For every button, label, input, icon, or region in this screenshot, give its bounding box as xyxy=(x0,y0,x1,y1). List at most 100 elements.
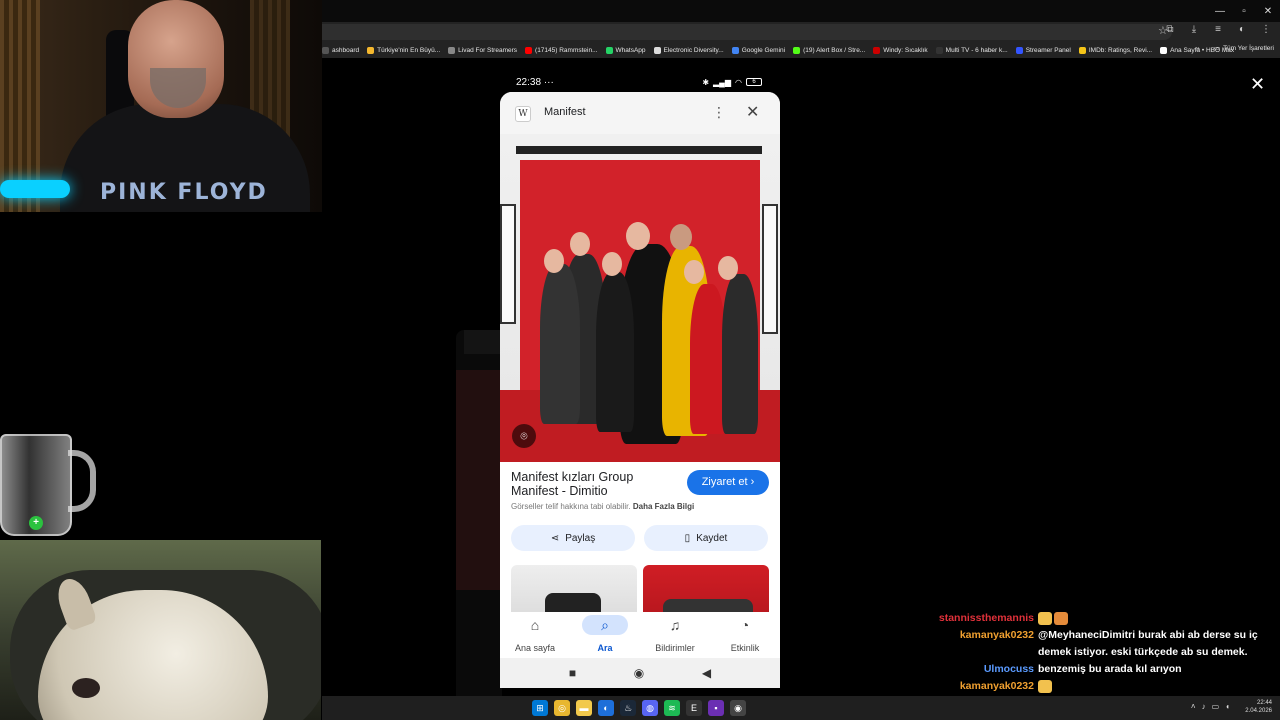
chat-body xyxy=(1038,678,1266,695)
bookmark-favicon-icon xyxy=(322,46,329,54)
chat-body: @MeyhaneciDimitri burak abi ab derse su … xyxy=(1038,627,1266,661)
bookmark-item[interactable]: WhatsApp xyxy=(605,46,646,54)
status-dots: ··· xyxy=(543,76,554,88)
chat-message: Ulmocuss benzemiş bu arada kıl arıyon xyxy=(900,661,1270,678)
obs-icon[interactable]: ◉ xyxy=(730,700,746,716)
clock[interactable]: 22:44 2.04.2026 xyxy=(1245,699,1272,715)
related-image-2[interactable] xyxy=(643,565,769,615)
chat-message: stannissthemannis xyxy=(900,610,1270,627)
maximize-icon[interactable]: ▫ xyxy=(1232,0,1256,22)
volume-icon[interactable]: ◖ xyxy=(1225,702,1230,711)
nav-item-home[interactable]: ⌂ Ana sayfa xyxy=(500,612,570,658)
file-explorer-icon[interactable]: ▬ xyxy=(576,700,592,716)
dog-nose xyxy=(72,678,100,698)
bookmark-item[interactable]: Multi TV - 6 haber k... xyxy=(935,46,1008,54)
bookmark-item[interactable]: Google Gemini xyxy=(731,46,786,54)
monitor-icon[interactable]: ▭ xyxy=(1212,702,1220,711)
start-icon[interactable]: ⊞ xyxy=(532,700,548,716)
share-icon: ⋖ xyxy=(550,532,560,544)
chat-text: @MeyhaneciDimitri burak abi ab derse su … xyxy=(1038,629,1258,658)
bookmark-favicon-icon xyxy=(605,46,613,54)
recents-icon[interactable]: ■ xyxy=(569,666,576,680)
plus-icon: + xyxy=(29,516,43,530)
chat-username[interactable]: kamanyak0232 xyxy=(900,627,1038,661)
mic-icon[interactable]: ♪ xyxy=(1202,702,1206,711)
more-bookmarks-icon[interactable]: » xyxy=(1196,44,1200,53)
related-image-1[interactable] xyxy=(511,565,637,615)
address-row: ☆ ⧉ ⤓ ≡ ◐ ⋮ xyxy=(322,22,1280,42)
bookmarks-bar: ashboard Türkiye'nin En Büyü... Livad For … xyxy=(322,42,1280,58)
spotify-icon[interactable]: ≋ xyxy=(664,700,680,716)
download-icon[interactable]: ⤓ xyxy=(1186,24,1202,35)
bookmark-favicon-icon xyxy=(525,46,533,54)
bookmark-item[interactable]: Electronic Diversity... xyxy=(653,46,724,54)
sheet-title: Manifest xyxy=(544,106,586,118)
bookmark-item[interactable]: Livad For Streamers xyxy=(448,46,518,54)
beer-mug-handle xyxy=(68,450,96,512)
bookmark-item[interactable]: Türkiye'nin En Büyü... xyxy=(367,46,441,54)
epic-icon[interactable]: E xyxy=(686,700,702,716)
app-icon[interactable]: ▪ xyxy=(708,700,724,716)
window-close-icon[interactable]: ✕ xyxy=(1256,0,1280,22)
save-button[interactable]: ▯ Kaydet xyxy=(644,525,768,551)
more-info-link[interactable]: Daha Fazla Bilgi xyxy=(633,502,694,511)
bookmark-label: (19) Alert Box / Stre... xyxy=(803,46,866,54)
bookmark-favicon-icon xyxy=(1078,46,1086,54)
tray-chevron-icon[interactable]: ˄ xyxy=(1191,702,1196,711)
activity-icon: ◔ xyxy=(740,617,750,633)
chat-username[interactable]: Ulmocuss xyxy=(900,661,1038,678)
steam-icon[interactable]: ♨ xyxy=(620,700,636,716)
folder-icon: ▭ xyxy=(1213,45,1221,52)
bookmark-item[interactable]: IMDb: Ratings, Revi... xyxy=(1078,46,1152,54)
close-sheet-icon[interactable]: ✕ xyxy=(746,102,759,122)
visit-button[interactable]: Ziyaret et › xyxy=(687,470,769,495)
tune-icon[interactable]: ≡ xyxy=(1210,24,1226,35)
chat-message: kamanyak0232 @MeyhaneciDimitri burak abi … xyxy=(900,627,1270,661)
result-title-line1: Manifest kızları Group xyxy=(511,470,634,484)
bookmark-favicon-icon xyxy=(367,46,375,54)
bookmark-item[interactable]: (19) Alert Box / Stre... xyxy=(793,46,866,54)
bookmark-label: Livad For Streamers xyxy=(458,46,518,54)
minimize-icon[interactable]: — xyxy=(1208,0,1232,22)
edge-icon[interactable]: ◐ xyxy=(598,700,614,716)
back-icon[interactable]: ◀ xyxy=(702,666,711,680)
menu-icon[interactable]: ⋮ xyxy=(1258,24,1274,35)
lens-icon[interactable]: ⌾ xyxy=(512,424,536,448)
nav-item-search[interactable]: ⌕ Ara xyxy=(570,612,640,658)
chat-username[interactable]: stannissthemannis xyxy=(900,610,1038,627)
mic-light xyxy=(0,180,70,198)
save-label: Kaydet xyxy=(696,532,728,544)
bookmark-item[interactable]: Windy: Sıcaklık xyxy=(873,46,928,54)
bookmark-label: Electronic Diversity... xyxy=(663,46,724,54)
nav-label: Ana sayfa xyxy=(514,643,556,653)
bookmark-item[interactable]: ashboard xyxy=(322,46,359,54)
all-bookmarks-folder[interactable]: ▭ Tüm Yer İşaretleri xyxy=(1213,44,1274,53)
bookmark-label: Türkiye'nin En Büyü... xyxy=(377,46,441,54)
bookmark-item[interactable]: Streamer Panel xyxy=(1015,46,1071,54)
bookmark-favicon-icon xyxy=(793,46,801,54)
bookmark-favicon-icon xyxy=(731,46,739,54)
discord-icon[interactable]: ◍ xyxy=(642,700,658,716)
signal-icon: ▂▄▆ xyxy=(713,77,732,87)
chat-username[interactable]: kamanyak0232 xyxy=(900,678,1038,695)
more-options-icon[interactable]: ⋮ xyxy=(712,104,726,121)
address-bar[interactable] xyxy=(322,24,1172,40)
result-image[interactable]: ⌾ xyxy=(500,134,780,462)
profile-icon[interactable]: ◐ xyxy=(1234,24,1250,35)
emote-icon xyxy=(1054,611,1068,625)
nav-item-bell[interactable]: ♫ Bildirimler xyxy=(640,612,710,658)
chrome-icon[interactable]: ◎ xyxy=(554,700,570,716)
bookmark-label: WhatsApp xyxy=(615,46,646,54)
close-icon[interactable]: ✕ xyxy=(1250,74,1265,95)
home-button-icon[interactable]: ◉ xyxy=(634,666,644,680)
phone-status-bar: 22:38 ··· ✱ ▂▄▆ ◠ 6 xyxy=(500,72,780,92)
bookmark-label: Google Gemini xyxy=(741,46,786,54)
nav-item-activity[interactable]: ◔ Etkinlik xyxy=(710,612,780,658)
share-button[interactable]: ⋖ Paylaş xyxy=(511,525,635,551)
extensions-icon[interactable]: ⧉ xyxy=(1162,24,1178,35)
webcam-feed: PINK FLOYD xyxy=(0,0,322,212)
background-phone-ghost xyxy=(456,330,502,700)
result-title[interactable]: Manifest kızları Group Manifest - Dimiti… xyxy=(511,470,681,498)
bookmark-label: (17145) Rammstein... xyxy=(535,46,598,54)
bookmark-item[interactable]: (17145) Rammstein... xyxy=(525,46,598,54)
